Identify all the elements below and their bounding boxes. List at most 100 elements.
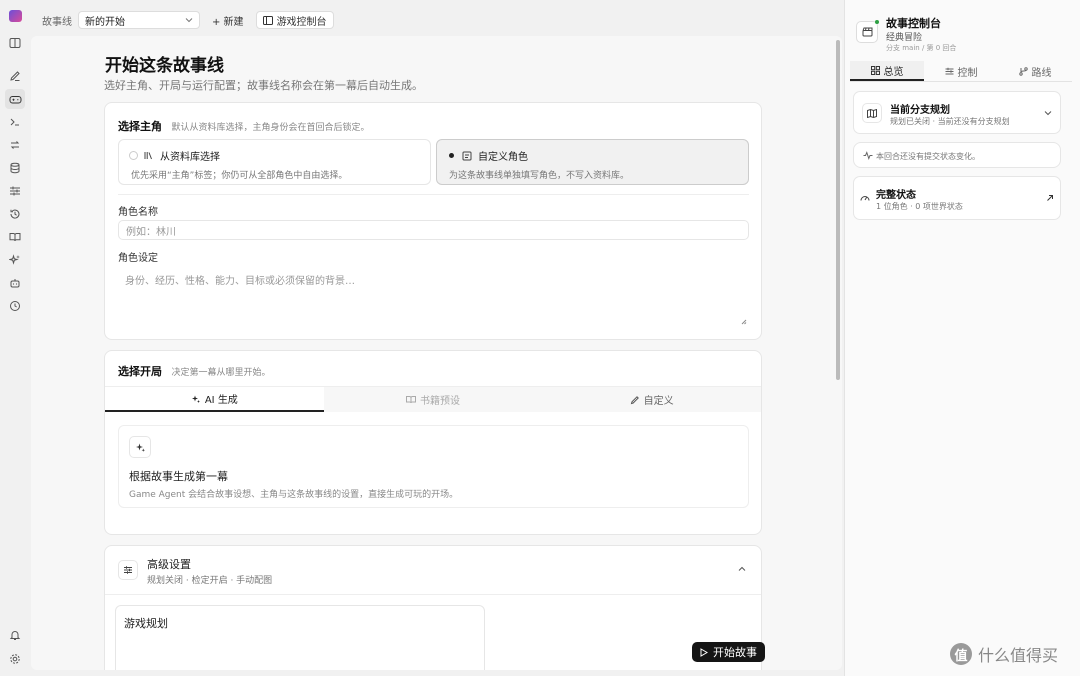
id-card-icon — [462, 151, 472, 161]
page-subtitle: 选好主角、开局与运行配置；故事线名称会在第一幕后自动生成。 — [104, 79, 423, 92]
character-setting-textarea[interactable]: 身份、经历、性格、能力、目标或必须保留的背景… — [118, 266, 749, 326]
advanced-settings-card: 高级设置 规划关闭 · 检定开启 · 手动配图 游戏规划 — [104, 545, 762, 670]
panel-toggle-icon[interactable] — [7, 35, 23, 51]
app-logo-icon — [9, 10, 22, 22]
gauge-icon — [860, 193, 870, 202]
grid-icon — [870, 65, 880, 75]
robot-icon[interactable] — [7, 275, 23, 291]
option-custom-character-label: 自定义角色 — [478, 152, 528, 163]
tab-book-preset[interactable]: 书籍预设 — [323, 387, 543, 412]
settings-gear-icon[interactable] — [7, 651, 23, 667]
pencil-icon[interactable] — [7, 68, 23, 84]
radio-custom-character[interactable] — [447, 151, 456, 160]
tab-book-preset-label: 书籍预设 — [420, 396, 460, 407]
new-storyline-label: + 新建 — [212, 16, 244, 28]
tab-route[interactable]: 路线 — [998, 61, 1072, 81]
tab-ai-generate-label: AI 生成 — [204, 395, 238, 406]
scrollbar-thumb[interactable] — [836, 40, 840, 380]
character-name-label: 角色名称 — [118, 207, 158, 218]
tab-overview[interactable]: 总览 — [850, 61, 924, 81]
bell-icon[interactable] — [7, 627, 23, 643]
advanced-desc: 规划关闭 · 检定开启 · 手动配图 — [147, 576, 273, 586]
tab-overview-label: 总览 — [883, 66, 904, 78]
sliders-icon[interactable] — [7, 183, 23, 199]
ai-generate-title: 根据故事生成第一幕 — [129, 470, 228, 483]
pencil-icon — [630, 395, 640, 405]
character-setting-label: 角色设定 — [118, 253, 158, 264]
gamepad-icon[interactable] — [5, 89, 25, 109]
chevron-down-icon — [185, 17, 193, 23]
opening-tabs: AI 生成 书籍预设 自定义 — [105, 386, 762, 412]
option-from-library-label: 从资料库选择 — [160, 152, 220, 163]
branch-switch-icon[interactable] — [7, 137, 23, 153]
main-scrollbar[interactable] — [834, 36, 842, 670]
protagonist-card: 选择主角 默认从资料库选择，主角身份会在首回合后锁定。 从资料库选择 优先采用“… — [104, 102, 762, 340]
state-notice-text: 本回合还没有提交状态变化。 — [876, 152, 980, 161]
book-icon[interactable] — [7, 229, 23, 245]
history-icon[interactable] — [7, 206, 23, 222]
chevron-up-icon[interactable] — [738, 566, 746, 572]
panel-resize-handle[interactable] — [845, 0, 848, 676]
divider — [105, 594, 761, 595]
game-console-button[interactable]: 游戏控制台 — [255, 11, 334, 29]
advanced-title: 高级设置 — [147, 558, 191, 571]
database-icon[interactable] — [7, 160, 23, 176]
full-state-title: 完整状态 — [876, 190, 916, 201]
tab-custom-label: 自定义 — [643, 396, 674, 407]
resize-handle-icon[interactable] — [741, 319, 747, 325]
play-icon — [700, 647, 708, 657]
game-planning-title: 游戏规划 — [124, 617, 168, 630]
option-from-library-desc: 优先采用“主角”标签；你仍可从全部角色中自由选择。 — [131, 171, 348, 181]
game-console-label: 游戏控制台 — [276, 16, 327, 28]
clapperboard-icon — [856, 21, 878, 43]
protagonist-header: 选择主角 默认从资料库选择，主角身份会在首回合后锁定。 — [118, 118, 370, 134]
protagonist-hint: 默认从资料库选择，主角身份会在首回合后锁定。 — [171, 123, 370, 133]
divider — [118, 194, 749, 195]
full-state-card[interactable]: 完整状态 1 位角色 · 0 项世界状态 — [853, 176, 1061, 220]
ai-generate-desc: Game Agent 会结合故事设想、主角与这条故事线的设置，直接生成可玩的开场… — [129, 490, 459, 500]
sliders-icon — [945, 67, 954, 76]
sparkle-icon[interactable] — [7, 252, 23, 268]
console-tabs: 总览 控制 路线 — [850, 61, 1072, 82]
chevron-down-icon[interactable] — [1044, 110, 1052, 116]
page-title: 开始这条故事线 — [105, 56, 224, 76]
online-status-dot — [875, 20, 879, 24]
new-storyline-button[interactable]: + 新建 — [206, 11, 250, 29]
terminal-icon[interactable] — [7, 114, 23, 130]
sparkle-icon — [191, 394, 201, 404]
tab-custom[interactable]: 自定义 — [542, 387, 762, 412]
activity-icon — [863, 151, 873, 160]
tab-route-label: 路线 — [1031, 67, 1052, 79]
panel-icon — [262, 15, 273, 25]
console-title: 故事控制台 — [886, 17, 941, 30]
git-branch-icon — [1018, 66, 1028, 76]
arrow-up-right-icon[interactable] — [1046, 194, 1054, 202]
branch-plan-card[interactable]: 当前分支规划 规划已关闭 · 当前还没有分支规划 — [853, 91, 1061, 134]
start-story-label: 开始故事 — [713, 646, 757, 659]
book-icon — [406, 395, 416, 404]
start-story-button[interactable]: 开始故事 — [692, 642, 765, 662]
storyline-label: 故事线 — [42, 16, 72, 28]
option-from-library[interactable]: 从资料库选择 优先采用“主角”标签；你仍可从全部角色中自由选择。 — [118, 139, 431, 185]
tab-control[interactable]: 控制 — [924, 61, 998, 81]
option-custom-character-desc: 为这条故事线单独填写角色，不写入资料库。 — [449, 171, 630, 181]
ai-generate-panel: 根据故事生成第一幕 Game Agent 会结合故事设想、主角与这条故事线的设置… — [118, 425, 749, 508]
watermark-text: 什么值得买 — [978, 646, 1059, 665]
watermark: 值 什么值得买 — [950, 642, 1058, 666]
tab-ai-generate[interactable]: AI 生成 — [105, 387, 324, 412]
game-planning-box: 游戏规划 — [115, 605, 485, 670]
story-console-panel: 故事控制台 经典冒险 分支 main / 第 0 回合 总览 控制 路线 当前分… — [844, 0, 1080, 676]
clock-icon[interactable] — [7, 298, 23, 314]
protagonist-title: 选择主角 — [118, 120, 162, 133]
top-bar: 故事线 新的开始 + 新建 游戏控制台 — [30, 8, 840, 32]
full-state-desc: 1 位角色 · 0 项世界状态 — [876, 202, 963, 211]
console-subtitle: 经典冒险 — [886, 33, 923, 43]
sliders-icon — [118, 560, 138, 580]
console-meta: 分支 main / 第 0 回合 — [886, 44, 957, 52]
advanced-settings-toggle[interactable] — [105, 546, 761, 594]
character-name-input[interactable]: 例如：林川 — [118, 220, 749, 240]
storyline-select[interactable]: 新的开始 — [78, 11, 200, 29]
option-custom-character[interactable]: 自定义角色 为这条故事线单独填写角色，不写入资料库。 — [436, 139, 749, 185]
map-icon — [862, 103, 882, 123]
radio-from-library[interactable] — [129, 151, 138, 160]
